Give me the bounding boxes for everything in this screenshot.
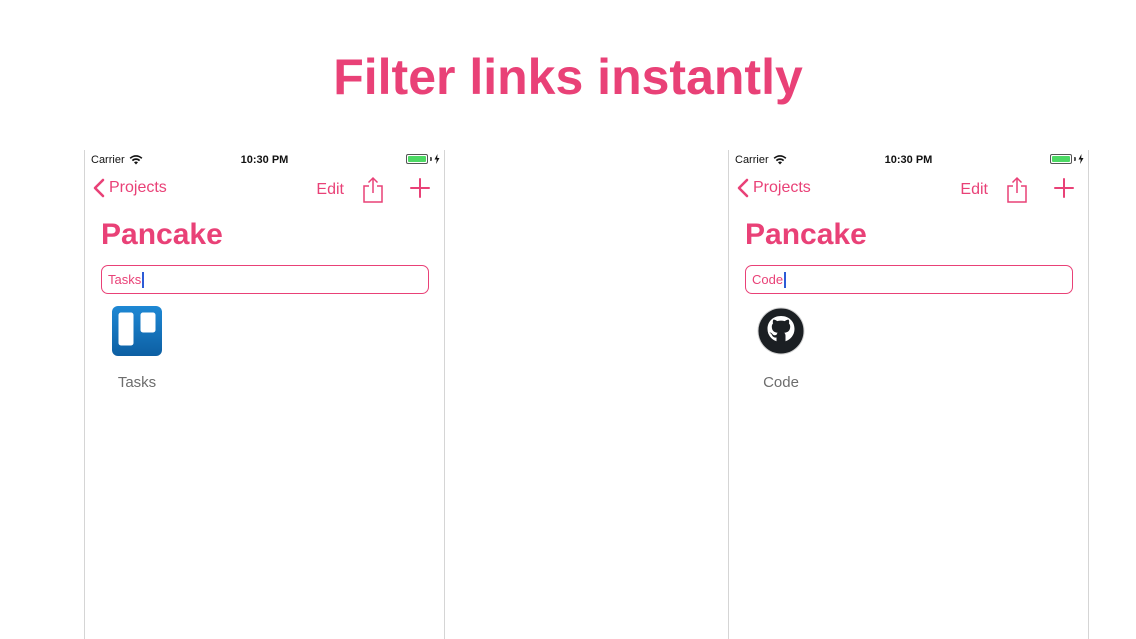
status-time: 10:30 PM [240,154,289,166]
headline: Filter links instantly [333,49,803,105]
chevron-left-icon [737,178,749,198]
battery-icon [406,154,440,164]
share-icon[interactable] [1006,176,1028,204]
plus-icon[interactable] [1054,178,1074,198]
status-bar: Carrier 10:30 PM [729,150,1088,170]
battery-icon [1050,154,1084,164]
nav-bar: Projects Edit [729,176,1088,206]
search-input[interactable]: Code [745,265,1073,294]
charging-bolt-icon [434,154,440,164]
status-bar: Carrier 10:30 PM [85,150,444,170]
link-item-tasks[interactable]: Tasks [109,306,165,391]
link-label: Code [763,374,799,391]
share-icon[interactable] [362,176,384,204]
nav-bar: Projects Edit [85,176,444,206]
search-value: Tasks [108,272,142,287]
text-caret [142,271,145,288]
edit-button[interactable]: Edit [316,181,344,199]
edit-button[interactable]: Edit [960,181,988,199]
search-input[interactable]: Tasks [101,265,429,294]
plus-icon[interactable] [410,178,430,198]
link-item-code[interactable]: Code [753,306,809,391]
link-label: Tasks [117,374,157,391]
text-caret [784,271,787,288]
phone-screen-code: Carrier 10:30 PM Projects Edit Pancake C… [728,150,1089,639]
page-title: Pancake [101,218,223,251]
back-button[interactable]: Projects [93,178,167,198]
trello-icon [112,306,162,356]
page-title: Pancake [745,218,867,251]
status-time: 10:30 PM [884,154,933,166]
github-icon [757,307,805,355]
phone-screen-tasks: Carrier 10:30 PM Projects Edit Pancake T… [84,150,445,639]
back-button[interactable]: Projects [737,178,811,198]
search-value: Code [752,272,784,287]
chevron-left-icon [93,178,105,198]
back-label: Projects [753,179,811,196]
charging-bolt-icon [1078,154,1084,164]
back-label: Projects [109,179,167,196]
